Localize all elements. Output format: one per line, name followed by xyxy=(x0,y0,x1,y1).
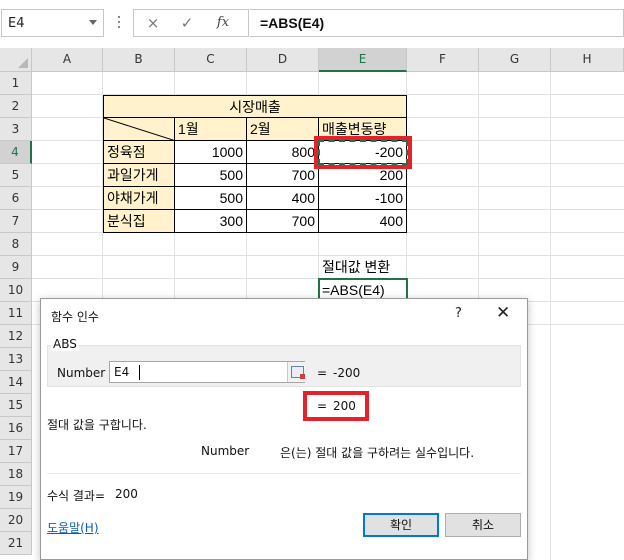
row-header-5[interactable]: 5 xyxy=(0,164,32,187)
ok-button[interactable]: 확인 xyxy=(363,513,439,537)
row-header-10[interactable]: 10 xyxy=(0,279,32,302)
header-cell-month2[interactable]: 2월 xyxy=(247,118,319,141)
row-header-16[interactable]: 16 xyxy=(0,417,32,440)
row-header-8[interactable]: 8 xyxy=(0,233,32,256)
formula-input[interactable]: =ABS(E4) xyxy=(250,9,624,37)
arg-evaluated-value: -200 xyxy=(333,366,361,380)
name-box-value: E4 xyxy=(8,16,25,31)
column-header-f[interactable]: F xyxy=(407,48,479,72)
cancel-icon[interactable]: × xyxy=(142,14,164,32)
row-header-21[interactable]: 21 xyxy=(0,532,32,555)
column-header-d[interactable]: D xyxy=(247,48,319,72)
row-header-14[interactable]: 14 xyxy=(0,371,32,394)
enter-icon[interactable]: ✓ xyxy=(176,14,198,32)
row-header-4[interactable]: 4 xyxy=(0,141,32,164)
table-row-m2[interactable]: 400 xyxy=(247,187,319,210)
formula-text: =ABS(E4) xyxy=(260,15,325,31)
insert-function-icon[interactable]: fx xyxy=(212,15,234,33)
table-row-name[interactable]: 야채가게 xyxy=(103,187,175,210)
formula-buttons: × ✓ fx xyxy=(133,9,249,37)
dialog-title: 함수 인수 xyxy=(51,310,99,324)
table-row-m2[interactable]: 700 xyxy=(247,210,319,233)
row-header-2[interactable]: 2 xyxy=(0,95,32,118)
cell-e9[interactable]: 절대값 변환 xyxy=(319,256,407,279)
column-header-a[interactable]: A xyxy=(32,48,103,72)
text-caret xyxy=(139,365,140,380)
close-icon[interactable]: ✕ xyxy=(496,303,510,323)
function-description: 절대 값을 구합니다. xyxy=(47,418,147,432)
collapse-dialog-icon[interactable] xyxy=(287,362,306,382)
column-header-g[interactable]: G xyxy=(479,48,551,72)
table-row-m1[interactable]: 1000 xyxy=(175,141,247,164)
row-header-9[interactable]: 9 xyxy=(0,256,32,279)
table-row-name[interactable]: 정육점 xyxy=(103,141,175,164)
diagonal-line xyxy=(104,118,176,141)
row-header-13[interactable]: 13 xyxy=(0,348,32,371)
formula-bar: E4 × ✓ fx =ABS(E4) xyxy=(0,0,624,48)
table-row-change[interactable]: 400 xyxy=(319,210,407,233)
table-row-change[interactable]: -100 xyxy=(319,187,407,210)
row-header-11[interactable]: 11 xyxy=(0,302,32,325)
diagonal-header-cell[interactable] xyxy=(103,118,176,141)
highlight-box-result xyxy=(303,391,369,421)
column-header-e[interactable]: E xyxy=(319,48,407,72)
column-header-h[interactable]: H xyxy=(551,48,624,72)
row-header-3[interactable]: 3 xyxy=(0,118,32,141)
row-header-15[interactable]: 15 xyxy=(0,394,32,417)
row-header-19[interactable]: 19 xyxy=(0,486,32,509)
highlight-box-e4 xyxy=(314,136,412,169)
formula-result-value: 200 xyxy=(115,487,138,501)
row-header-12[interactable]: 12 xyxy=(0,325,32,348)
name-box[interactable]: E4 xyxy=(1,9,104,37)
help-link[interactable]: 도움말(H) xyxy=(47,519,99,536)
table-title-cell[interactable]: 시장매출 xyxy=(103,95,407,118)
row-header-7[interactable]: 7 xyxy=(0,210,32,233)
more-vertical-icon xyxy=(118,16,121,30)
row-header-17[interactable]: 17 xyxy=(0,440,32,463)
number-arg-input[interactable]: E4 xyxy=(109,361,305,383)
table-row-name[interactable]: 분식집 xyxy=(103,210,175,233)
help-icon[interactable]: ? xyxy=(455,306,462,321)
header-cell-month1[interactable]: 1월 xyxy=(175,118,247,141)
row-header-18[interactable]: 18 xyxy=(0,463,32,486)
number-arg-label: Number xyxy=(57,366,106,380)
table-row-m1[interactable]: 500 xyxy=(175,187,247,210)
row-header-6[interactable]: 6 xyxy=(0,187,32,210)
divider xyxy=(47,473,521,474)
row-header-20[interactable]: 20 xyxy=(0,509,32,532)
table-row-m2[interactable]: 700 xyxy=(247,164,319,187)
number-arg-value: E4 xyxy=(114,365,130,379)
select-all-corner[interactable] xyxy=(0,48,32,72)
table-row-m2[interactable]: 800 xyxy=(247,141,319,164)
formula-result-label: 수식 결과= xyxy=(47,489,106,503)
arg-description: 은(는) 절대 값을 구하려는 실수입니다. xyxy=(280,446,475,460)
row-header-1[interactable]: 1 xyxy=(0,72,32,95)
function-name-label: ABS xyxy=(51,337,79,351)
function-arguments-dialog: 함수 인수 ? ✕ ABS Number E4 = -200 = 200 절대 … xyxy=(40,298,528,560)
column-header-b[interactable]: B xyxy=(103,48,175,72)
table-row-m1[interactable]: 300 xyxy=(175,210,247,233)
arg-equals: = xyxy=(317,366,328,380)
arg-description-label: Number xyxy=(201,444,250,458)
column-header-c[interactable]: C xyxy=(175,48,247,72)
chevron-down-icon[interactable] xyxy=(89,20,97,25)
table-row-name[interactable]: 과일가게 xyxy=(103,164,175,187)
cancel-button[interactable]: 취소 xyxy=(445,513,521,537)
gridline xyxy=(550,72,551,560)
table-row-m1[interactable]: 500 xyxy=(175,164,247,187)
